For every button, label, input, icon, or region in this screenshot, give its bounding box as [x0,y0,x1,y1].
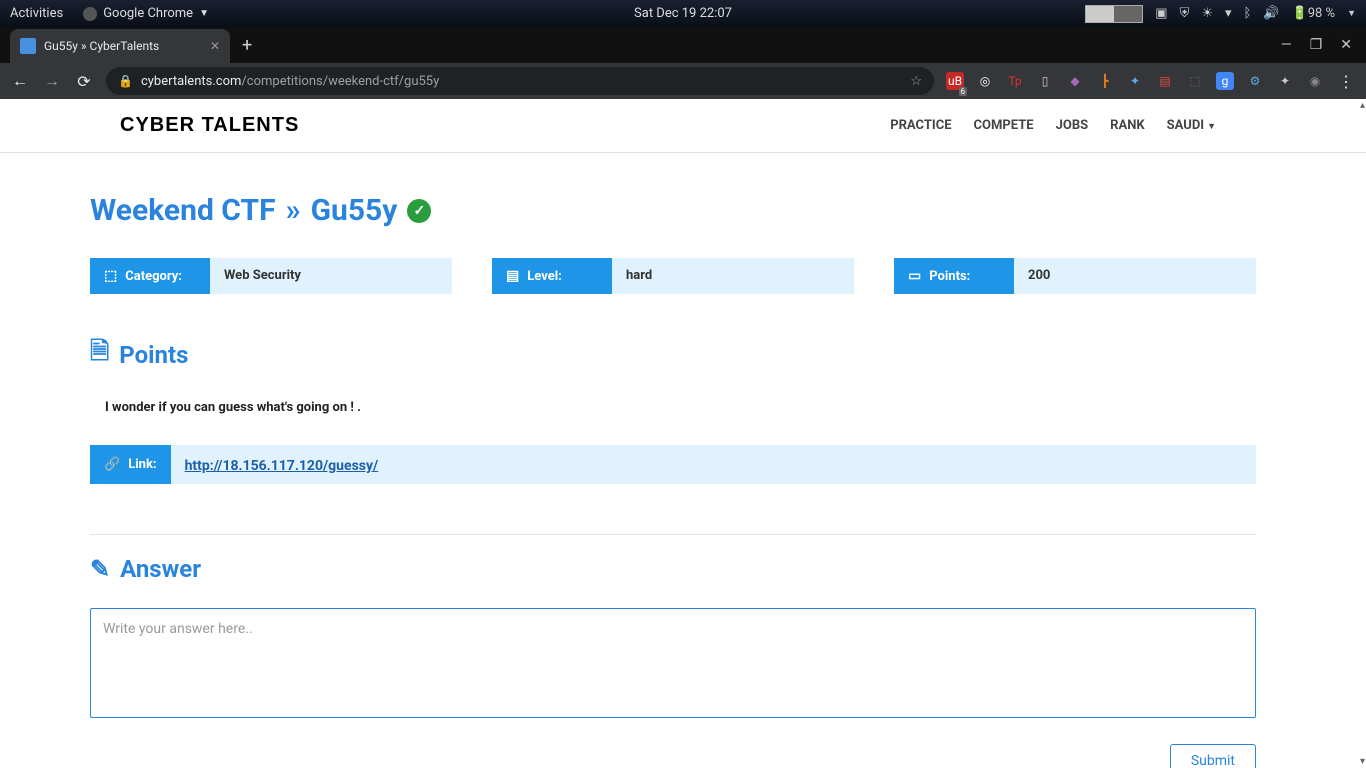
shield-icon[interactable]: ⛨ [1180,6,1190,21]
app-indicator[interactable]: Google Chrome ▼ [83,6,209,21]
category-icon: ⬚ [104,268,117,284]
extension-icon[interactable]: ▯ [1036,72,1054,90]
extension-icon[interactable]: ⚙ [1246,72,1264,90]
chevron-down-icon: ▼ [1207,122,1216,132]
nav-user-dropdown[interactable]: SAUDI▼ [1167,118,1216,133]
label: Link: [128,457,156,472]
wifi-icon[interactable]: ▾ [1225,6,1232,21]
tab-title: Gu55y » CyberTalents [44,39,159,53]
link-icon: 🔗 [104,457,120,472]
site-nav: PRACTICE COMPETE JOBS RANK SAUDI▼ [890,118,1216,133]
label: Level: [527,269,562,284]
extension-icon[interactable]: ✦ [1126,72,1144,90]
challenge-link-row: 🔗 Link: http://18.156.117.120/guessy/ [90,445,1256,484]
nav-compete[interactable]: COMPETE [974,118,1034,133]
meta-points: ▭ Points: 200 [894,258,1256,294]
divider [90,534,1256,535]
edit-icon: ✎ [90,555,110,583]
scrollbar[interactable]: ▴ ▾ [1353,99,1366,768]
breadcrumb-separator: » [286,193,301,228]
chrome-menu-button[interactable]: ⋮ [1336,72,1356,91]
favicon-icon [20,38,36,54]
forward-button[interactable]: → [42,71,62,91]
bluetooth-icon[interactable]: ᛒ [1244,6,1252,21]
workspace-switcher[interactable] [1085,5,1143,23]
chrome-icon [83,7,97,21]
meta-level: ▤ Level: hard [492,258,854,294]
site-header: CYBER TALENTS PRACTICE COMPETE JOBS RANK… [0,99,1366,153]
label: Points: [929,269,970,284]
submit-button[interactable]: Submit [1170,744,1256,768]
breadcrumb-competition[interactable]: Weekend CTF [90,193,276,228]
heading-text: Answer [120,555,201,583]
app-name: Google Chrome [103,6,193,21]
chevron-down-icon[interactable]: ▼ [1347,8,1356,19]
gnome-top-bar: Activities Google Chrome ▼ Sat Dec 19 22… [0,0,1366,27]
document-icon: 🗎 [90,334,109,375]
label: Category: [125,269,182,284]
tray-icon[interactable]: ▣ [1155,6,1167,21]
value: hard [612,258,854,294]
challenge-link[interactable]: http://18.156.117.120/guessy/ [185,458,379,474]
nav-jobs[interactable]: JOBS [1056,118,1089,133]
value: Web Security [210,258,452,294]
chrome-toolbar: ← → ⟳ 🔒 cybertalents.com/competitions/we… [0,63,1366,99]
breadcrumb-challenge: Gu55y [311,193,398,228]
extensions-puzzle-icon[interactable]: ✦ [1276,72,1294,90]
maximize-button[interactable]: ❐ [1310,37,1323,53]
site-logo[interactable]: CYBER TALENTS [120,114,299,137]
bookmark-star-icon[interactable]: ☆ [910,74,922,89]
meta-category: ⬚ Category: Web Security [90,258,452,294]
points-heading: 🗎 Points [90,334,1256,375]
scroll-up-icon[interactable]: ▴ [1360,100,1365,111]
extension-icon[interactable]: ┣ [1096,72,1114,90]
solved-check-icon: ✓ [407,199,431,223]
chrome-tab-strip: Gu55y » CyberTalents ✕ + — ❐ ✕ [0,27,1366,63]
extension-icons: uB6 ◎ Tp ▯ ◆ ┣ ✦ ▤ ⬚ g ⚙ ✦ ◉ ⋮ [946,72,1356,91]
extension-icon[interactable]: ▤ [1156,72,1174,90]
heading-text: Points [119,341,188,369]
value: 200 [1014,258,1256,294]
new-tab-button[interactable]: + [230,35,264,56]
nav-practice[interactable]: PRACTICE [890,118,951,133]
breadcrumb: Weekend CTF » Gu55y ✓ [90,193,1256,228]
brightness-icon[interactable]: ☀ [1201,6,1213,21]
extension-icon[interactable]: g [1216,72,1234,90]
answer-input[interactable] [90,608,1256,718]
url-path: /competitions/weekend-ctf/gu55y [241,74,439,89]
extension-icon[interactable]: Tp [1006,72,1024,90]
lock-icon: 🔒 [118,74,133,88]
volume-icon[interactable]: 🔊 [1263,6,1279,21]
challenge-description: I wonder if you can guess what's going o… [105,400,1256,415]
clock[interactable]: Sat Dec 19 22:07 [634,6,732,21]
url-domain: cybertalents.com [141,74,241,89]
extension-icon[interactable]: ⬚ [1186,72,1204,90]
answer-heading: ✎ Answer [90,555,1256,583]
extension-icon[interactable]: ◎ [976,72,994,90]
ublock-icon[interactable]: uB6 [946,72,964,90]
scroll-down-icon[interactable]: ▾ [1360,756,1365,767]
extension-icon[interactable]: ◆ [1066,72,1084,90]
nav-rank[interactable]: RANK [1110,118,1145,133]
reload-button[interactable]: ⟳ [74,72,94,91]
close-window-button[interactable]: ✕ [1340,37,1352,53]
challenge-meta: ⬚ Category: Web Security ▤ Level: hard ▭ Po… [90,258,1256,294]
chevron-down-icon: ▼ [199,8,209,19]
points-icon: ▭ [908,268,921,284]
battery-icon[interactable]: 🔋98 % [1292,6,1336,21]
page-viewport: CYBER TALENTS PRACTICE COMPETE JOBS RANK… [0,99,1366,768]
browser-tab[interactable]: Gu55y » CyberTalents ✕ [10,29,230,63]
back-button[interactable]: ← [10,71,30,91]
activities-button[interactable]: Activities [10,6,63,21]
close-tab-button[interactable]: ✕ [210,39,220,53]
profile-icon[interactable]: ◉ [1306,72,1324,90]
address-bar[interactable]: 🔒 cybertalents.com/competitions/weekend-… [106,67,934,95]
minimize-button[interactable]: — [1281,37,1292,53]
level-icon: ▤ [506,268,519,284]
